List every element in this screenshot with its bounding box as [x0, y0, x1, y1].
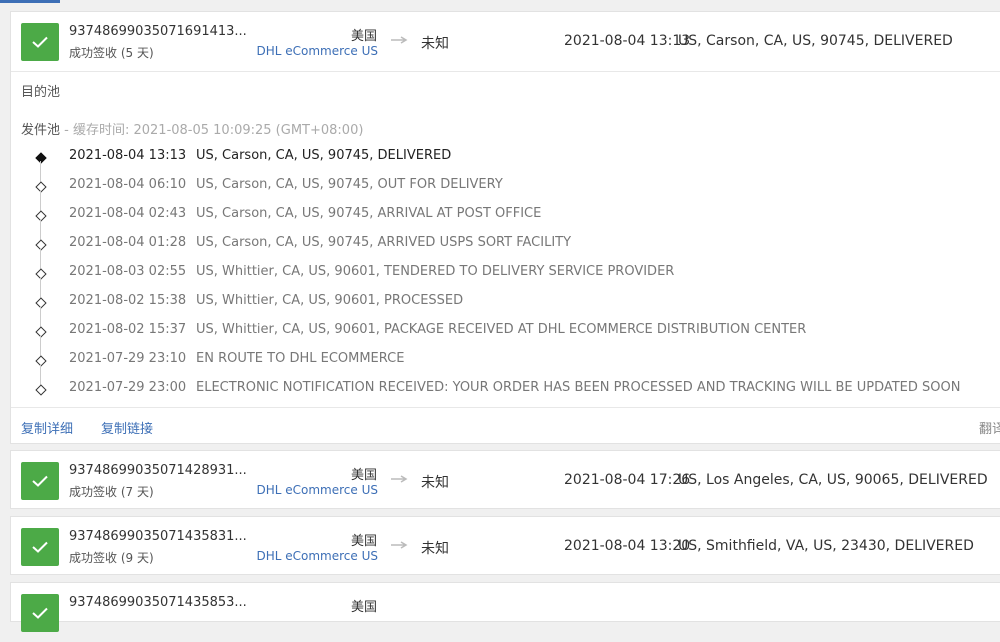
arrow-right-icon [391, 541, 408, 549]
tracking-card: 93748699035071428931... 成功签收 (7 天) 美国 DH… [10, 450, 1000, 509]
check-icon [21, 594, 59, 632]
event-item: 2021-07-29 23:00 ELECTRONIC NOTIFICATION … [11, 378, 1000, 407]
event-item: 2021-08-04 13:13 US, Carson, CA, US, 9074… [11, 146, 1000, 183]
origin-country: 美国 [351, 600, 378, 615]
event-desc: US, Whittier, CA, US, 90601, TENDERED TO… [196, 264, 675, 279]
destination-country: 未知 [421, 475, 449, 491]
check-icon [21, 462, 59, 500]
event-desc: US, Carson, CA, US, 90745, ARRIVED USPS … [196, 235, 572, 250]
event-desc: US, Carson, CA, US, 90745, ARRIVAL AT PO… [196, 206, 542, 221]
event-item: 2021-08-04 02:43 US, Carson, CA, US, 9074… [11, 204, 1000, 241]
tracking-card: 93748699035071691413... 成功签收 (5 天) 美国 DH… [10, 11, 1000, 444]
origin-country: 美国 [351, 29, 378, 44]
tracking-row[interactable]: 93748699035071435853... 美国 [11, 583, 1000, 642]
delivery-status: 成功签收 (9 天) [69, 551, 154, 565]
event-time: 2021-07-29 23:00 [69, 380, 187, 395]
event-time: 2021-08-04 13:13 [69, 148, 187, 163]
tracking-row[interactable]: 93748699035071428931... 成功签收 (7 天) 美国 DH… [11, 451, 1000, 510]
event-desc: US, Whittier, CA, US, 90601, PACKAGE REC… [196, 322, 807, 337]
event-time: 2021-08-04 02:43 [69, 206, 187, 221]
diamond-icon [35, 355, 47, 367]
last-event-time: 2021-08-04 13:20 [564, 538, 691, 554]
event-desc: US, Whittier, CA, US, 90601, PROCESSED [196, 293, 464, 308]
event-time: 2021-08-04 01:28 [69, 235, 187, 250]
tracking-row[interactable]: 93748699035071691413... 成功签收 (5 天) 美国 DH… [11, 12, 1000, 71]
origin-pool-label: 发件池 [21, 123, 61, 138]
tracking-number[interactable]: 93748699035071435831... [69, 529, 247, 544]
event-desc: ELECTRONIC NOTIFICATION RECEIVED: YOUR O… [196, 380, 961, 395]
delivery-status: 成功签收 (5 天) [69, 46, 154, 60]
event-time: 2021-08-04 06:10 [69, 177, 187, 192]
check-icon [21, 23, 59, 61]
event-time: 2021-08-02 15:38 [69, 293, 187, 308]
diamond-icon [35, 152, 47, 164]
carrier-link[interactable]: DHL eCommerce US [257, 483, 379, 497]
event-item: 2021-08-03 02:55 US, Whittier, CA, US, 90… [11, 262, 1000, 299]
diamond-icon [35, 326, 47, 338]
event-item: 2021-08-02 15:38 US, Whittier, CA, US, 90… [11, 291, 1000, 328]
event-desc: US, Carson, CA, US, 90745, OUT FOR DELIV… [196, 177, 503, 192]
diamond-icon [35, 181, 47, 193]
event-item: 2021-08-04 06:10 US, Carson, CA, US, 9074… [11, 175, 1000, 212]
event-item: 2021-08-04 01:28 US, Carson, CA, US, 9074… [11, 233, 1000, 270]
divider [11, 71, 1000, 72]
diamond-icon [35, 297, 47, 309]
diamond-icon [35, 384, 47, 396]
cache-time: - 缓存时间: 2021-08-05 10:09:25 (GMT+08:00) [60, 123, 364, 138]
origin-country: 美国 [351, 468, 378, 483]
origin-pool-header: 发件池 - 缓存时间: 2021-08-05 10:09:25 (GMT+08:… [21, 119, 363, 138]
tracking-card: 93748699035071435831... 成功签收 (9 天) 美国 DH… [10, 516, 1000, 575]
destination-country: 未知 [421, 541, 449, 557]
diamond-icon [35, 210, 47, 222]
origin-country: 美国 [351, 534, 378, 549]
last-event-time: 2021-08-04 13:13 [564, 33, 691, 49]
event-time: 2021-08-03 02:55 [69, 264, 187, 279]
last-event-time: 2021-08-04 17:26 [564, 472, 691, 488]
event-time: 2021-07-29 23:10 [69, 351, 187, 366]
event-item: 2021-07-29 23:10 EN ROUTE TO DHL ECOMMERC… [11, 349, 1000, 386]
divider [11, 407, 1000, 408]
copy-detail-link[interactable]: 复制详细 [21, 418, 73, 437]
tracking-card: 93748699035071435853... 美国 [10, 582, 1000, 632]
event-time: 2021-08-02 15:37 [69, 322, 187, 337]
tracking-number[interactable]: 93748699035071428931... [69, 463, 247, 478]
tracking-number[interactable]: 93748699035071691413... [69, 24, 247, 39]
last-event-desc: US, Los Angeles, CA, US, 90065, DELIVERE… [678, 472, 988, 488]
last-event-desc: US, Carson, CA, US, 90745, DELIVERED [678, 33, 953, 49]
carrier-link[interactable]: DHL eCommerce US [257, 549, 379, 563]
copy-link-link[interactable]: 复制链接 [101, 418, 153, 437]
last-event-desc: US, Smithfield, VA, US, 23430, DELIVERED [678, 538, 974, 554]
active-tab-indicator [0, 0, 60, 3]
destination-pool-label: 目的池 [21, 85, 61, 100]
destination-country: 未知 [421, 36, 449, 52]
event-item: 2021-08-02 15:37 US, Whittier, CA, US, 90… [11, 320, 1000, 357]
translate-button[interactable]: 翻译 [979, 418, 1000, 437]
carrier-link[interactable]: DHL eCommerce US [257, 44, 379, 58]
event-desc: EN ROUTE TO DHL ECOMMERCE [196, 351, 405, 366]
arrow-right-icon [391, 36, 408, 44]
check-icon [21, 528, 59, 566]
tracking-number[interactable]: 93748699035071435853... [69, 595, 247, 610]
arrow-right-icon [391, 475, 408, 483]
tracking-row[interactable]: 93748699035071435831... 成功签收 (9 天) 美国 DH… [11, 517, 1000, 576]
diamond-icon [35, 239, 47, 251]
event-desc: US, Carson, CA, US, 90745, DELIVERED [196, 148, 452, 163]
delivery-status: 成功签收 (7 天) [69, 485, 154, 499]
tab-strip [0, 0, 1000, 5]
diamond-icon [35, 268, 47, 280]
